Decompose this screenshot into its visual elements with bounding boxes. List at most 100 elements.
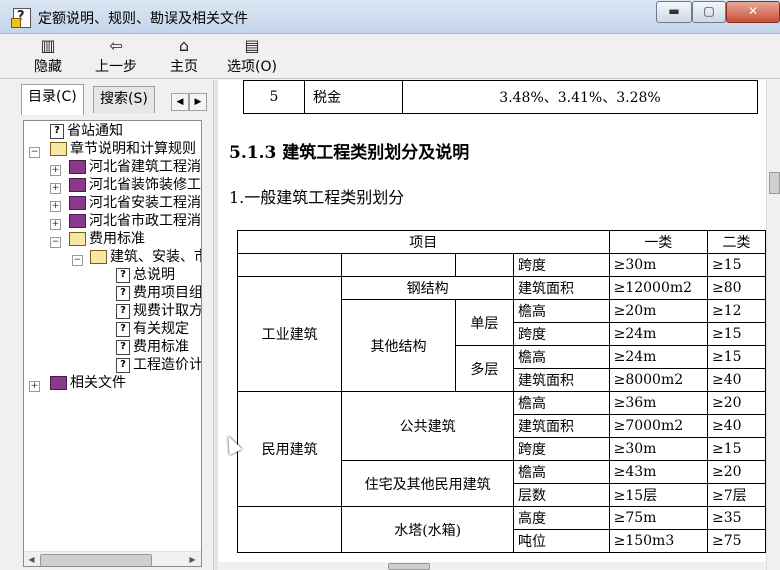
- hide-label: 隐藏: [34, 59, 62, 75]
- tree-horizontal-scrollbar[interactable]: ◀ ▶: [24, 551, 201, 566]
- tab-scroll-right-icon[interactable]: ▶: [189, 93, 207, 111]
- table-cell: ≥24m: [608, 345, 709, 369]
- table-cell: ≥150m3: [608, 529, 709, 553]
- scroll-right-icon[interactable]: ▶: [186, 553, 199, 566]
- expand-icon[interactable]: +: [50, 219, 61, 230]
- expand-icon[interactable]: +: [50, 183, 61, 194]
- content-vertical-scrollbar[interactable]: [766, 80, 780, 570]
- table-header: 二类: [707, 230, 766, 254]
- tab-scroll-left-icon[interactable]: ◀: [171, 93, 189, 111]
- help-page-icon: ?: [116, 339, 130, 355]
- options-label: 选项(O): [227, 59, 277, 75]
- table-row: 项目 一类 二类: [237, 230, 766, 254]
- table-cell: 层数: [513, 483, 610, 507]
- table-header: 一类: [608, 230, 709, 254]
- table-cell: 吨位: [513, 529, 610, 553]
- home-button[interactable]: ⌂ 主页: [154, 36, 214, 76]
- collapse-icon[interactable]: −: [72, 255, 83, 266]
- contents-tree: ?省站通知 − 章节说明和计算规则 + 河北省建筑工程消耗量定额 + 河北省装饰…: [23, 120, 202, 567]
- tree-item[interactable]: 河北省建筑工程消耗量定额: [69, 158, 201, 176]
- help-page-icon: ?: [116, 357, 130, 373]
- table-cell: 檐高: [513, 391, 610, 415]
- scroll-left-icon[interactable]: ◀: [25, 553, 38, 566]
- tree-item[interactable]: ?工程造价计算程序: [116, 356, 201, 374]
- tree-item[interactable]: 河北省安装工程消耗量定额: [69, 194, 201, 212]
- table-cell: 水塔(水箱): [341, 506, 515, 553]
- table-cell: 住宅及其他民用建筑: [341, 460, 515, 507]
- table-cell: ≥15: [707, 437, 766, 461]
- table-cell: 5: [243, 80, 305, 114]
- tree-item[interactable]: 河北省装饰装修工程消耗量定额: [69, 176, 201, 194]
- sub-heading: 1.一般建筑工程类别划分: [229, 188, 405, 207]
- expand-icon[interactable]: +: [50, 201, 61, 212]
- expand-icon[interactable]: +: [29, 381, 40, 392]
- table-cell: 高度: [513, 506, 610, 530]
- tree-item[interactable]: ? 总说明: [116, 266, 175, 284]
- title-bar: ? 定额说明、规则、勘误及相关文件 ▬ ▢ ✕: [0, 0, 780, 34]
- hide-pane-icon: ▥: [40, 36, 56, 55]
- tree-item[interactable]: ?费用项目组成: [116, 284, 201, 302]
- tab-search[interactable]: 搜索(S): [93, 86, 155, 113]
- content-horizontal-scrollbar[interactable]: [218, 562, 766, 570]
- help-page-icon: ?: [116, 321, 130, 337]
- section-heading: 5.1.3 建筑工程类别划分及说明: [229, 143, 470, 163]
- minimize-button[interactable]: ▬: [656, 1, 692, 23]
- scroll-thumb[interactable]: [388, 563, 430, 570]
- tree-item[interactable]: ? 省站通知: [50, 122, 123, 140]
- table-cell: 税金: [304, 80, 403, 114]
- table-cell: ≥15: [707, 322, 766, 346]
- tree-item[interactable]: 建筑、安装、市政工程: [90, 248, 201, 266]
- expand-icon[interactable]: +: [50, 165, 61, 176]
- collapse-icon[interactable]: −: [50, 237, 61, 248]
- help-file-icon: ?: [11, 8, 31, 28]
- table-cell: ≥7000m2: [608, 414, 709, 438]
- table-cell: [236, 253, 343, 277]
- tree-item[interactable]: ? 费用标准: [116, 338, 189, 356]
- classification-table: 项目 一类 二类 跨度 ≥30m ≥15 工业建筑 钢结构 建筑面积 ≥1200…: [236, 230, 766, 553]
- scroll-thumb[interactable]: [40, 554, 152, 566]
- book-icon: [69, 160, 86, 174]
- open-book-icon: [50, 142, 67, 156]
- table-cell: 檐高: [513, 460, 610, 484]
- book-icon: [50, 376, 67, 390]
- tab-contents[interactable]: 目录(C): [21, 84, 84, 115]
- tree-item[interactable]: 河北省市政工程消耗量定额: [69, 212, 201, 230]
- scroll-thumb[interactable]: [769, 172, 780, 194]
- book-icon: [69, 196, 86, 210]
- tax-table: 5 税金 3.48%、3.41%、3.28%: [243, 80, 758, 114]
- options-button[interactable]: ▤ 选项(O): [222, 36, 282, 76]
- collapse-icon[interactable]: −: [29, 147, 40, 158]
- table-cell: ≥12000m2: [608, 276, 709, 300]
- table-cell: [454, 253, 515, 277]
- table-cell: ≥20: [707, 460, 766, 484]
- table-row: 5 税金 3.48%、3.41%、3.28%: [243, 80, 758, 114]
- help-page-icon: ?: [116, 285, 130, 301]
- table-cell: ≥30m: [608, 437, 709, 461]
- maximize-button[interactable]: ▢: [692, 1, 726, 23]
- nav-tabs: 目录(C) 搜索(S) ◀ ▶: [13, 80, 213, 115]
- back-button[interactable]: ⇦ 上一步: [86, 36, 146, 76]
- table-cell: [341, 253, 456, 277]
- back-label: 上一步: [95, 59, 137, 75]
- tree-item[interactable]: ?规费计取方法: [116, 302, 201, 320]
- table-cell: 工业建筑: [236, 276, 343, 392]
- table-cell: ≥36m: [608, 391, 709, 415]
- close-button[interactable]: ✕: [726, 1, 780, 23]
- hide-button[interactable]: ▥ 隐藏: [18, 36, 78, 76]
- table-cell: 檐高: [513, 299, 610, 323]
- home-label: 主页: [170, 59, 198, 75]
- table-row: 民用建筑 公共建筑 檐高 ≥36m ≥20: [236, 391, 766, 507]
- content-pane: 5 税金 3.48%、3.41%、3.28% 5.1.3 建筑工程类别划分及说明…: [218, 80, 766, 570]
- table-cell: 建筑面积: [513, 414, 610, 438]
- table-cell: 跨度: [513, 322, 610, 346]
- table-cell: 跨度: [513, 253, 610, 277]
- table-cell: 其他结构: [341, 299, 456, 392]
- tree-item[interactable]: 费用标准: [69, 230, 145, 248]
- options-icon: ▤: [244, 36, 260, 55]
- table-cell: ≥43m: [608, 460, 709, 484]
- table-cell: 多层: [454, 345, 515, 392]
- tree-item[interactable]: 章节说明和计算规则: [50, 140, 196, 158]
- tree-item[interactable]: ? 有关规定: [116, 320, 189, 338]
- tree-item[interactable]: 相关文件: [50, 374, 126, 392]
- table-cell: ≥15层: [608, 483, 709, 507]
